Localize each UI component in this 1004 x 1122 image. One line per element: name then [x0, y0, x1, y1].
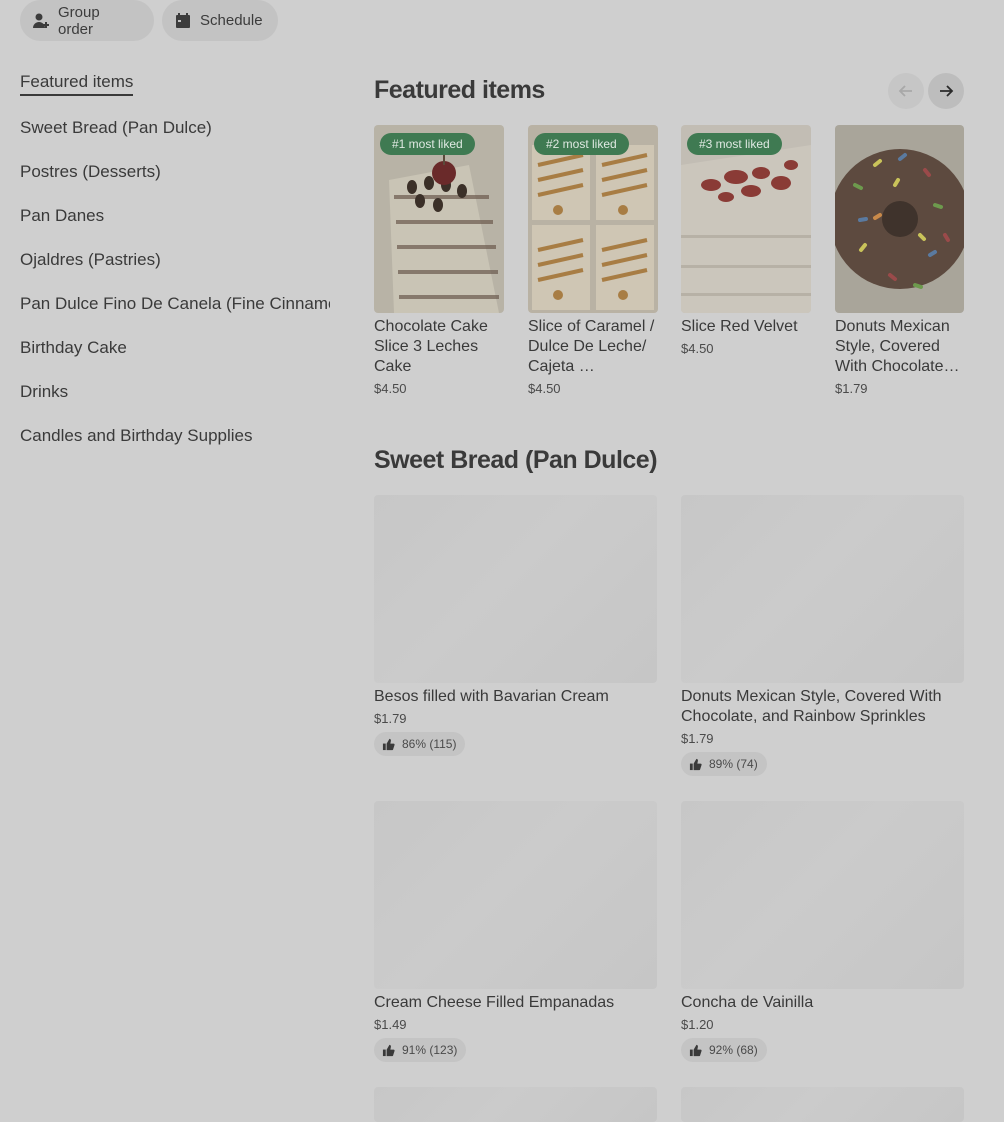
product-name: Cream Cheese Filled Empanadas	[374, 994, 615, 1011]
sidebar-item-label: Sweet Bread (Pan Dulce)	[20, 118, 212, 137]
thumbs-up-icon	[689, 758, 702, 770]
product-price: $4.50	[528, 381, 561, 396]
product-price: $1.79	[374, 711, 407, 726]
product-image: #1 most liked	[374, 125, 504, 313]
sweet-bread-section-title: Sweet Bread (Pan Dulce)	[374, 446, 658, 474]
sidebar-item-label: Pan Danes	[20, 206, 105, 225]
rating-badge: 92% (68)	[681, 1038, 767, 1062]
product-image-placeholder	[374, 495, 657, 683]
group-order-button[interactable]: Group order	[20, 0, 154, 41]
product-name: Slice of Caramel / Dulce De Leche/ Cajet…	[528, 318, 655, 375]
product-name: Concha de Vainilla	[681, 994, 814, 1011]
product-price: $1.79	[681, 731, 714, 746]
rating-text: 91% (123)	[402, 1043, 458, 1057]
product-image-placeholder	[374, 801, 657, 989]
menu-item-card[interactable]: Cream Cheese Filled Empanadas $1.49 91% …	[374, 801, 657, 1062]
product-price: $1.49	[374, 1017, 407, 1032]
most-liked-badge: #2 most liked	[534, 133, 629, 155]
sidebar-item-label: Birthday Cake	[20, 338, 127, 357]
menu-item-card[interactable]: Donuts Mexican Style, Covered With Choco…	[681, 495, 964, 776]
sidebar-item-featured-items[interactable]: Featured items	[20, 62, 330, 106]
product-image	[835, 125, 964, 313]
featured-section-title: Featured items	[374, 76, 545, 104]
sidebar-item-label: Pan Dulce Fino De Canela (Fine Cinnamo	[20, 294, 330, 313]
rating-text: 89% (74)	[709, 757, 758, 771]
sidebar-item-sweet-bread[interactable]: Sweet Bread (Pan Dulce)	[20, 106, 330, 150]
product-image-placeholder	[374, 1087, 657, 1122]
sidebar-item-birthday-cake[interactable]: Birthday Cake	[20, 326, 330, 370]
product-name: Besos filled with Bavarian Cream	[374, 688, 609, 705]
product-price: $1.79	[835, 381, 868, 396]
product-price: $4.50	[374, 381, 407, 396]
schedule-label: Schedule	[200, 12, 263, 29]
product-price: $4.50	[681, 341, 714, 356]
arrow-left-icon	[898, 85, 912, 97]
sidebar-item-label: Candles and Birthday Supplies	[20, 426, 253, 445]
rating-badge: 86% (115)	[374, 732, 466, 756]
sidebar-item-pan-danes[interactable]: Pan Danes	[20, 194, 330, 238]
featured-item-card[interactable]: Donuts Mexican Style, Covered With Choco…	[835, 125, 965, 396]
rating-text: 86% (115)	[402, 737, 457, 751]
featured-item-card[interactable]: #2 most liked Slice of Caramel / Dulce D…	[528, 125, 658, 396]
sidebar-item-candles[interactable]: Candles and Birthday Supplies	[20, 414, 330, 458]
product-name: Donuts Mexican Style, Covered With Choco…	[835, 318, 960, 375]
sidebar-item-pan-dulce-fino[interactable]: Pan Dulce Fino De Canela (Fine Cinnamo	[20, 282, 330, 326]
product-name: Chocolate Cake Slice 3 Leches Cake	[374, 318, 488, 375]
calendar-icon	[174, 12, 192, 30]
rating-text: 92% (68)	[709, 1043, 758, 1057]
featured-item-card[interactable]: #3 most liked Slice Red Velvet $4.50	[681, 125, 811, 356]
most-liked-badge: #1 most liked	[380, 133, 475, 155]
menu-item-card[interactable]: Besos filled with Bavarian Cream $1.79 8…	[374, 495, 657, 756]
sidebar-item-label: Featured items	[20, 72, 134, 96]
thumbs-up-icon	[689, 1044, 702, 1056]
thumbs-up-icon	[382, 738, 395, 750]
rating-badge: 89% (74)	[681, 752, 767, 776]
carousel-next-button[interactable]	[928, 73, 964, 109]
product-image-placeholder	[681, 801, 964, 989]
group-order-label: Group order	[58, 3, 100, 38]
person-add-icon	[32, 12, 50, 30]
carousel-prev-button[interactable]	[888, 73, 924, 109]
sidebar-item-ojaldres[interactable]: Ojaldres (Pastries)	[20, 238, 330, 282]
rating-badge: 91% (123)	[374, 1038, 467, 1062]
product-image: #3 most liked	[681, 125, 811, 313]
product-price: $1.20	[681, 1017, 714, 1032]
sidebar-item-label: Drinks	[20, 382, 69, 401]
menu-item-card[interactable]	[374, 1087, 657, 1122]
product-name: Donuts Mexican Style, Covered With Choco…	[681, 688, 942, 725]
menu-item-card[interactable]: Concha de Vainilla $1.20 92% (68)	[681, 801, 964, 1062]
product-image-placeholder	[681, 1087, 964, 1122]
menu-item-card[interactable]	[681, 1087, 964, 1122]
most-liked-badge: #3 most liked	[687, 133, 782, 155]
sidebar-item-label: Postres (Desserts)	[20, 162, 161, 181]
product-image-placeholder	[681, 495, 964, 683]
sidebar-item-label: Ojaldres (Pastries)	[20, 250, 161, 269]
arrow-right-icon	[940, 85, 954, 97]
sidebar-item-drinks[interactable]: Drinks	[20, 370, 330, 414]
schedule-button[interactable]: Schedule	[162, 0, 278, 41]
sidebar-item-postres[interactable]: Postres (Desserts)	[20, 150, 330, 194]
thumbs-up-icon	[382, 1044, 395, 1056]
category-sidebar: Featured items Sweet Bread (Pan Dulce) P…	[20, 62, 330, 458]
product-image: #2 most liked	[528, 125, 658, 313]
featured-item-card[interactable]: #1 most liked Chocolate Cake Slice 3 Lec…	[374, 125, 504, 396]
product-name: Slice Red Velvet	[681, 318, 798, 335]
